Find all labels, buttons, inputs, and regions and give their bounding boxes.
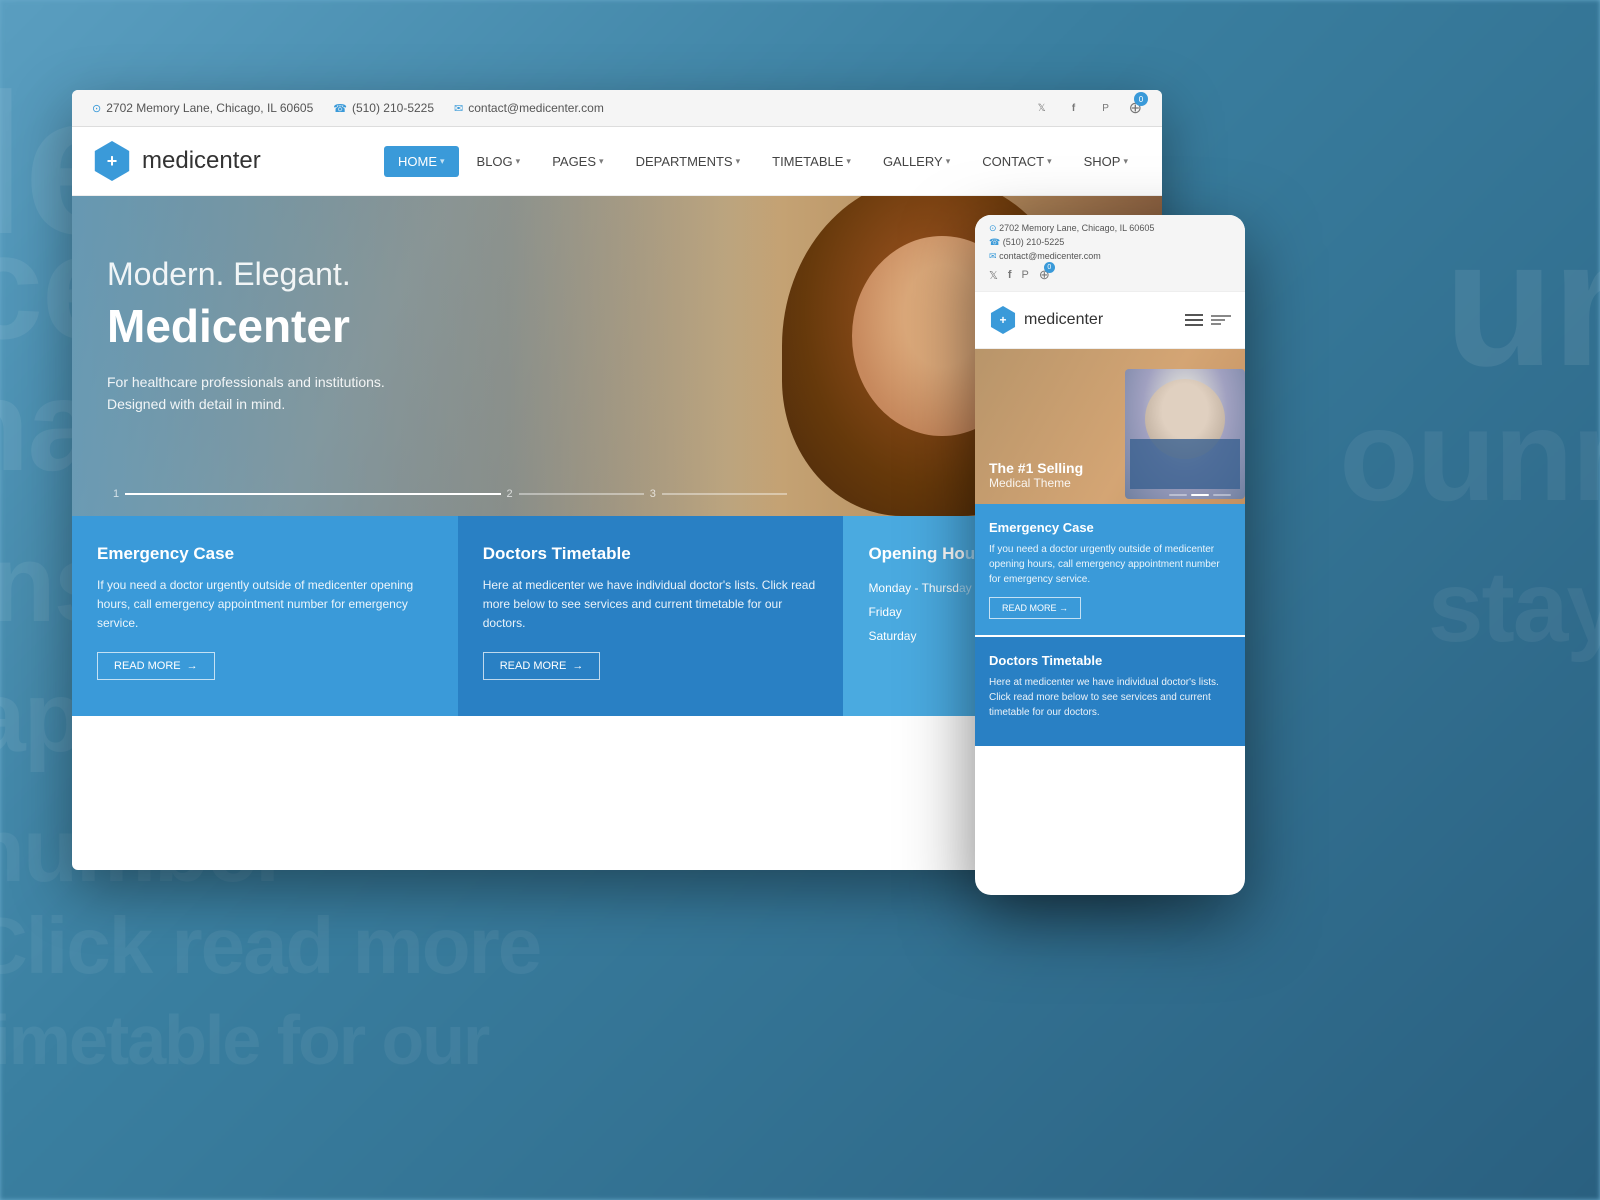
mobile-logo-text: medicenter: [1024, 311, 1103, 329]
mobile-topbar: ⊙ 2702 Memory Lane, Chicago, IL 60605 ☎ …: [975, 215, 1245, 292]
topbar-left: ⊙ 2702 Memory Lane, Chicago, IL 60605 ☎ …: [92, 101, 604, 115]
contact-chevron: ▾: [1047, 156, 1052, 167]
departments-chevron: ▾: [736, 156, 741, 167]
email-icon: ✉: [454, 102, 463, 115]
card-timetable: Doctors Timetable Here at medicenter we …: [458, 516, 844, 716]
hero-description: For healthcare professionals and institu…: [107, 371, 385, 416]
hamburger-icon[interactable]: [1185, 314, 1203, 326]
mobile-card-emergency-title: Emergency Case: [989, 520, 1231, 535]
mobile-card-timetable-title: Doctors Timetable: [989, 653, 1231, 668]
timetable-chevron: ▾: [846, 156, 851, 167]
slide-line-1: [125, 493, 500, 495]
hero-title: Medicenter: [107, 299, 385, 353]
hero-content: Modern. Elegant. Medicenter For healthca…: [107, 256, 385, 416]
facebook-icon[interactable]: f: [1065, 99, 1083, 117]
mobile-card-timetable-text: Here at medicenter we have individual do…: [989, 675, 1231, 720]
logo-icon: +: [92, 141, 132, 181]
mobile-social: 𝕏 f P ⊕ 0: [989, 267, 1231, 283]
mobile-phone-icon: ☎: [989, 237, 1000, 247]
slide-line-2: [519, 493, 644, 495]
slide-indicators: 1 2 3: [107, 488, 787, 500]
blog-chevron: ▾: [516, 156, 521, 167]
email-text: contact@medicenter.com: [468, 101, 604, 115]
home-chevron: ▾: [440, 156, 445, 167]
mobile-hero: The #1 Selling Medical Theme: [975, 349, 1245, 504]
nav-home[interactable]: HOME ▾: [384, 146, 459, 177]
desktop-navbar: + medicenter HOME ▾ BLOG ▾ PAGES ▾ DEPAR…: [72, 127, 1162, 196]
pinterest-icon[interactable]: P: [1097, 99, 1115, 117]
nav-contact[interactable]: CONTACT ▾: [968, 146, 1065, 177]
nav-pages[interactable]: PAGES ▾: [538, 146, 617, 177]
mobile-navbar: + medicenter: [975, 292, 1245, 349]
nav-departments[interactable]: DEPARTMENTS ▾: [622, 146, 755, 177]
card-emergency: Emergency Case If you need a doctor urge…: [72, 516, 458, 716]
mobile-cart-icon[interactable]: ⊕ 0: [1039, 267, 1050, 283]
shop-chevron: ▾: [1123, 156, 1128, 167]
mobile-twitter-icon[interactable]: 𝕏: [989, 269, 998, 282]
mobile-device: ⊙ 2702 Memory Lane, Chicago, IL 60605 ☎ …: [975, 215, 1245, 895]
card-emergency-title: Emergency Case: [97, 544, 433, 564]
filter-icon[interactable]: [1211, 310, 1231, 330]
mobile-logo-icon: +: [989, 306, 1017, 334]
arrow-icon-2: →: [572, 660, 583, 672]
card-emergency-text: If you need a doctor urgently outside of…: [97, 576, 433, 634]
logo-text: medicenter: [142, 147, 261, 175]
address-item: ⊙ 2702 Memory Lane, Chicago, IL 60605: [92, 101, 313, 115]
nav-menu: HOME ▾ BLOG ▾ PAGES ▾ DEPARTMENTS ▾ TIME…: [384, 146, 1142, 177]
card-emergency-btn[interactable]: READ MORE →: [97, 652, 215, 680]
mobile-card-emergency-btn[interactable]: READ MORE →: [989, 597, 1081, 619]
arrow-icon: →: [187, 660, 198, 672]
mobile-pinterest-icon[interactable]: P: [1022, 269, 1029, 281]
mobile-dot-3: [1213, 494, 1231, 496]
address-text: 2702 Memory Lane, Chicago, IL 60605: [106, 101, 313, 115]
card-timetable-text: Here at medicenter we have individual do…: [483, 576, 819, 634]
mobile-facebook-icon[interactable]: f: [1008, 269, 1012, 281]
phone-text: (510) 210-5225: [352, 101, 434, 115]
cart-icon[interactable]: ⊕ 0: [1129, 98, 1142, 118]
mobile-location-icon: ⊙: [989, 223, 997, 233]
logo-area: + medicenter: [92, 141, 261, 181]
card-timetable-btn[interactable]: READ MORE →: [483, 652, 601, 680]
email-item: ✉ contact@medicenter.com: [454, 101, 604, 115]
mobile-card-emergency-text: If you need a doctor urgently outside of…: [989, 542, 1231, 587]
hero-tagline: Modern. Elegant.: [107, 256, 385, 293]
cart-badge: 0: [1134, 92, 1148, 106]
mobile-menu-icons: [1185, 310, 1231, 330]
mobile-phone: ☎ (510) 210-5225: [989, 237, 1231, 248]
mobile-address: ⊙ 2702 Memory Lane, Chicago, IL 60605: [989, 223, 1231, 234]
nav-gallery[interactable]: GALLERY ▾: [869, 146, 964, 177]
mobile-doctor-image: [1125, 369, 1245, 499]
gallery-chevron: ▾: [946, 156, 951, 167]
pages-chevron: ▾: [599, 156, 604, 167]
mobile-hero-text: The #1 Selling Medical Theme: [989, 460, 1083, 490]
card-timetable-title: Doctors Timetable: [483, 544, 819, 564]
mobile-email-icon: ✉: [989, 251, 997, 261]
phone-icon: ☎: [333, 102, 347, 115]
nav-blog[interactable]: BLOG ▾: [463, 146, 535, 177]
phone-item: ☎ (510) 210-5225: [333, 101, 434, 115]
mobile-card-timetable: Doctors Timetable Here at medicenter we …: [975, 637, 1245, 746]
mobile-email: ✉ contact@medicenter.com: [989, 251, 1231, 262]
topbar-right: 𝕏 f P ⊕ 0: [1033, 98, 1142, 118]
mobile-card-emergency: Emergency Case If you need a doctor urge…: [975, 504, 1245, 635]
mobile-dot-2: [1191, 494, 1209, 496]
twitter-icon[interactable]: 𝕏: [1033, 99, 1051, 117]
nav-shop[interactable]: SHOP ▾: [1070, 146, 1142, 177]
mobile-dot-1: [1169, 494, 1187, 496]
mobile-cart-badge: 0: [1044, 262, 1055, 273]
nav-timetable[interactable]: TIMETABLE ▾: [758, 146, 865, 177]
location-icon: ⊙: [92, 102, 101, 115]
slide-line-3: [662, 493, 787, 495]
desktop-topbar: ⊙ 2702 Memory Lane, Chicago, IL 60605 ☎ …: [72, 90, 1162, 127]
mobile-slide-dots: [1169, 494, 1231, 496]
mobile-logo-area: + medicenter: [989, 306, 1103, 334]
